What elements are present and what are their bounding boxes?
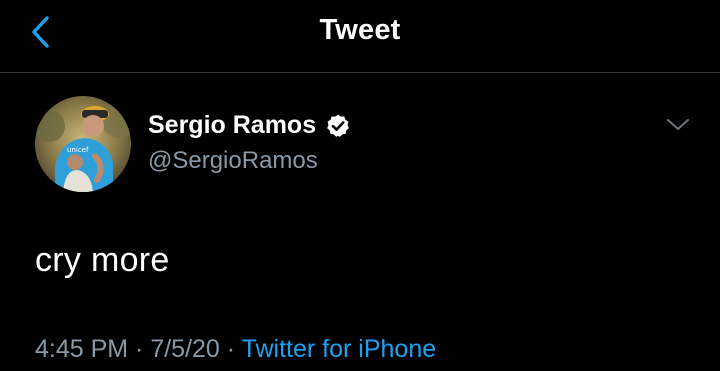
tweet-time: 4:45 PM: [35, 335, 129, 363]
author-row: Sergio Ramos: [148, 111, 351, 140]
page-title: Tweet: [319, 14, 401, 46]
tweet-text: cry more: [35, 241, 170, 279]
avatar[interactable]: unicef: [35, 96, 131, 192]
tweet-date: 7/5/20: [150, 335, 220, 363]
meta-separator: ·: [128, 335, 151, 363]
tweet-source-link[interactable]: Twitter for iPhone: [242, 335, 437, 363]
verified-badge-icon: [325, 113, 351, 139]
display-name[interactable]: Sergio Ramos: [148, 111, 316, 140]
tweet-detail: unicef Sergio Ramos @SergioRamos cry mor…: [0, 73, 720, 371]
tweet-options-button[interactable]: [664, 117, 692, 137]
meta-separator: ·: [219, 335, 242, 363]
nav-bar: Tweet: [0, 0, 720, 73]
svg-text:unicef: unicef: [67, 146, 89, 154]
author-handle[interactable]: @SergioRamos: [148, 147, 318, 175]
chevron-down-icon: [665, 117, 691, 138]
tweet-meta: 4:45 PM · 7/5/20 · Twitter for iPhone: [35, 335, 436, 364]
